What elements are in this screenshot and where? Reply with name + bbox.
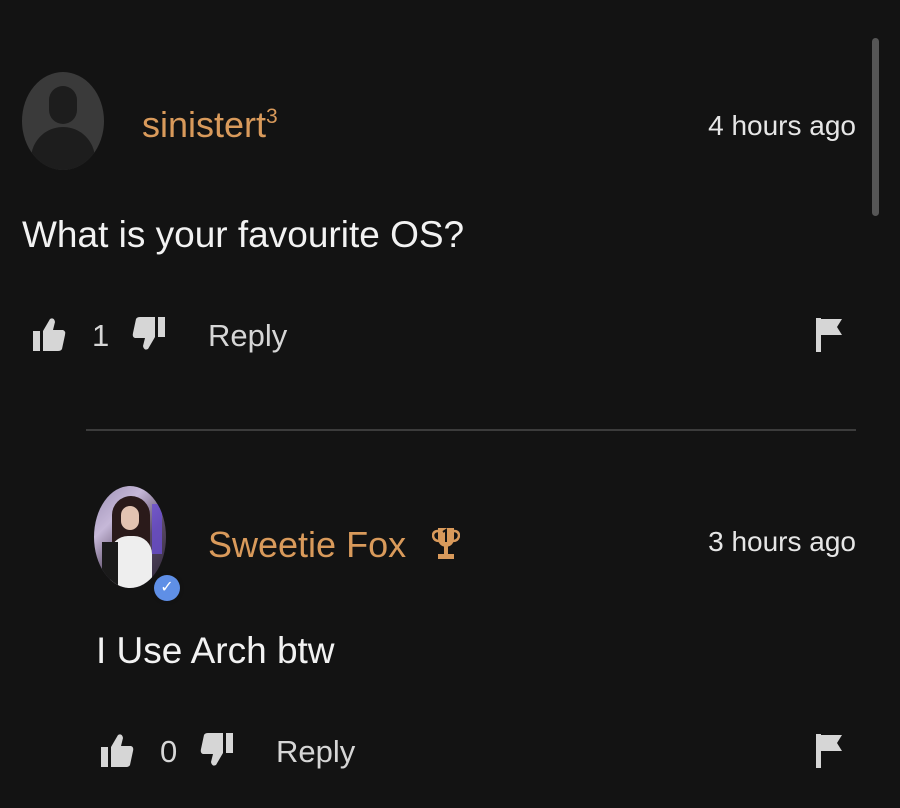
author-name: sinistert xyxy=(142,104,267,145)
like-count: 1 xyxy=(92,318,110,353)
comment-text: I Use Arch btw xyxy=(96,630,335,671)
verified-check-icon: ✓ xyxy=(154,575,180,601)
reply-button[interactable]: Reply xyxy=(208,318,287,354)
thumbs-up-icon[interactable] xyxy=(100,732,134,768)
reply-comment: ✓ Sweetie Fox 3 hours ago I Use Arch btw… xyxy=(0,432,900,808)
avatar-jacket xyxy=(102,542,118,588)
comment: sinistert3 4 hours ago What is your favo… xyxy=(0,0,900,420)
trophy-icon xyxy=(432,528,460,559)
author-superscript: 3 xyxy=(266,105,278,128)
thumbs-up-icon[interactable] xyxy=(32,316,66,352)
comment-text: What is your favourite OS? xyxy=(22,214,465,255)
comment-timestamp: 3 hours ago xyxy=(708,526,856,557)
comment-timestamp: 4 hours ago xyxy=(708,110,856,141)
comment-author[interactable]: sinistert3 xyxy=(142,104,278,146)
verified-badge: ✓ xyxy=(150,571,184,605)
avatar-head-silhouette xyxy=(49,86,77,124)
avatar-face xyxy=(121,506,139,530)
thumbs-down-icon[interactable] xyxy=(200,732,234,768)
flag-icon[interactable] xyxy=(814,316,844,354)
comment-author[interactable]: Sweetie Fox xyxy=(208,524,406,566)
reply-button[interactable]: Reply xyxy=(276,734,355,770)
comment-thread: sinistert3 4 hours ago What is your favo… xyxy=(0,0,900,808)
thumbs-down-icon[interactable] xyxy=(132,316,166,352)
like-count: 0 xyxy=(160,734,178,769)
avatar-background-light xyxy=(152,504,162,554)
divider xyxy=(86,429,856,431)
avatar-photo[interactable] xyxy=(94,486,166,588)
avatar-shoulders-silhouette xyxy=(31,127,95,170)
avatar-default[interactable] xyxy=(22,72,104,170)
flag-icon[interactable] xyxy=(814,732,844,770)
